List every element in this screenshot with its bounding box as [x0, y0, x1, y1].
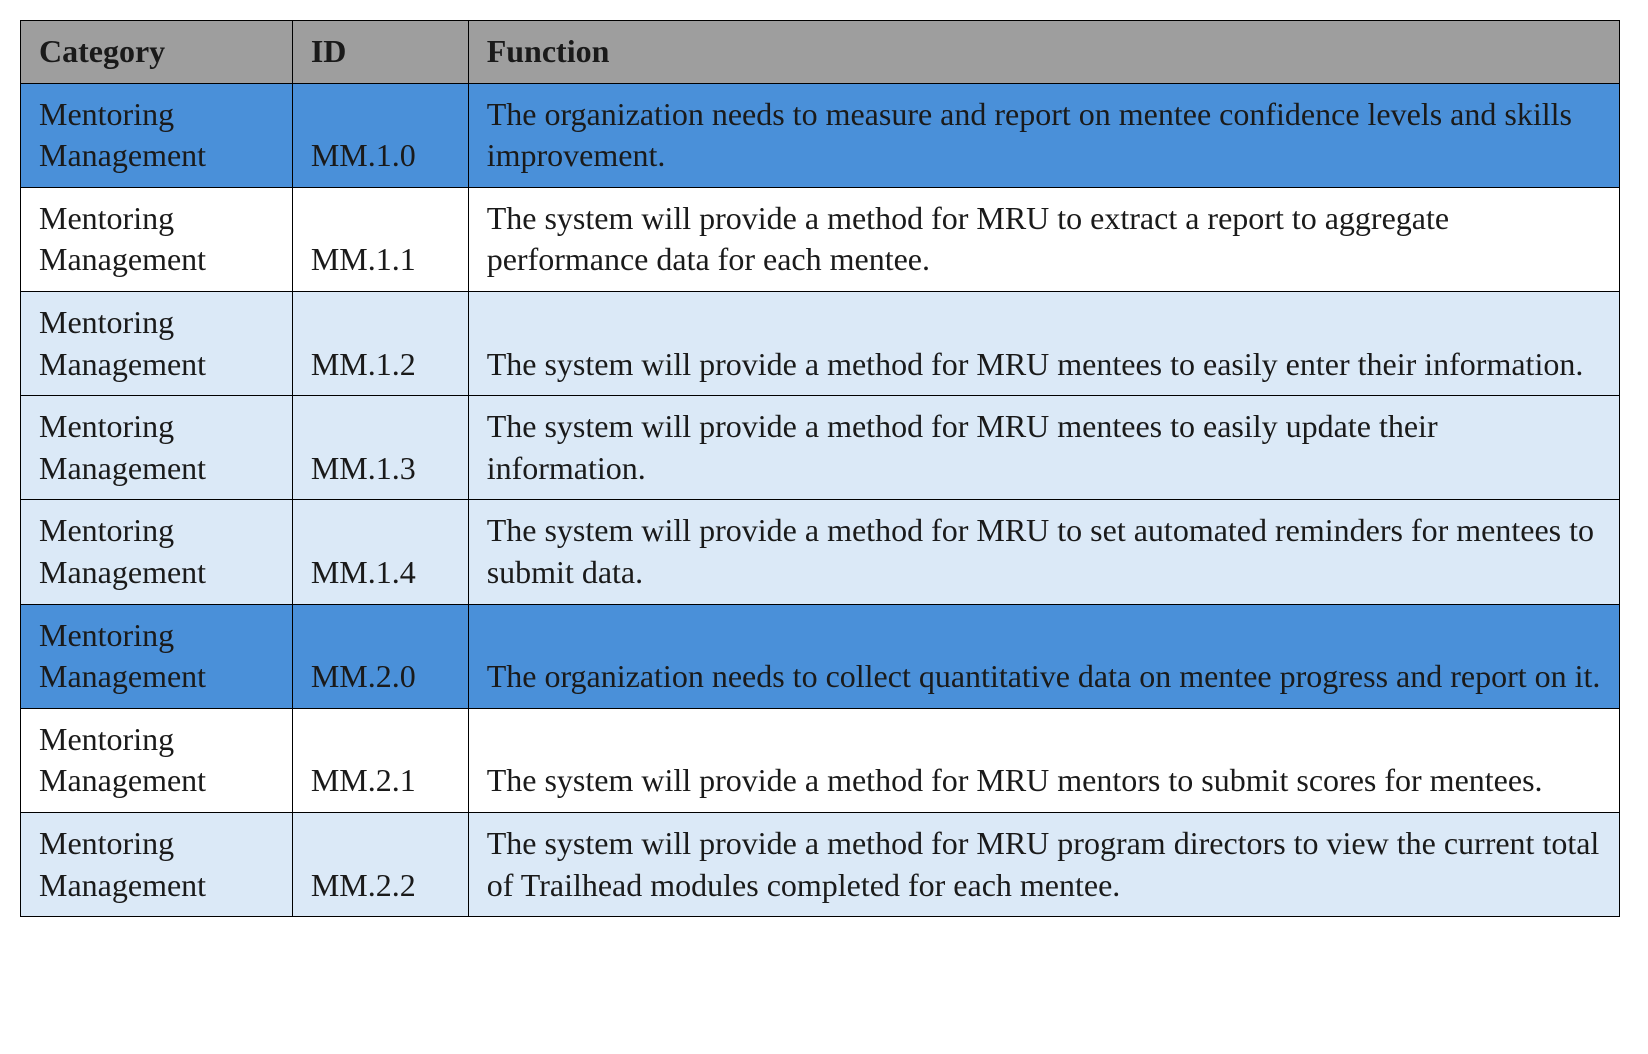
- table-row: Mentoring ManagementMM.1.1The system wil…: [21, 187, 1620, 291]
- table-body: Mentoring ManagementMM.1.0The organizati…: [21, 83, 1620, 917]
- cell-id: MM.1.0: [292, 83, 468, 187]
- table-header-row: Category ID Function: [21, 21, 1620, 84]
- cell-category: Mentoring Management: [21, 83, 293, 187]
- cell-id: MM.2.1: [292, 708, 468, 812]
- table-row: Mentoring ManagementMM.2.1The system wil…: [21, 708, 1620, 812]
- cell-id: MM.1.2: [292, 291, 468, 395]
- cell-function: The system will provide a method for MRU…: [468, 812, 1619, 916]
- cell-category: Mentoring Management: [21, 396, 293, 500]
- cell-category: Mentoring Management: [21, 604, 293, 708]
- table-row: Mentoring ManagementMM.1.4The system wil…: [21, 500, 1620, 604]
- header-function: Function: [468, 21, 1619, 84]
- cell-category: Mentoring Management: [21, 812, 293, 916]
- cell-function: The system will provide a method for MRU…: [468, 291, 1619, 395]
- cell-category: Mentoring Management: [21, 187, 293, 291]
- table-row: Mentoring ManagementMM.1.3The system wil…: [21, 396, 1620, 500]
- cell-id: MM.1.3: [292, 396, 468, 500]
- header-id: ID: [292, 21, 468, 84]
- cell-id: MM.1.4: [292, 500, 468, 604]
- cell-function: The organization needs to measure and re…: [468, 83, 1619, 187]
- table-row: Mentoring ManagementMM.1.0The organizati…: [21, 83, 1620, 187]
- cell-function: The system will provide a method for MRU…: [468, 708, 1619, 812]
- cell-function: The organization needs to collect quanti…: [468, 604, 1619, 708]
- cell-id: MM.2.0: [292, 604, 468, 708]
- cell-function: The system will provide a method for MRU…: [468, 500, 1619, 604]
- cell-id: MM.1.1: [292, 187, 468, 291]
- table-row: Mentoring ManagementMM.2.2The system wil…: [21, 812, 1620, 916]
- header-category: Category: [21, 21, 293, 84]
- cell-function: The system will provide a method for MRU…: [468, 187, 1619, 291]
- cell-function: The system will provide a method for MRU…: [468, 396, 1619, 500]
- cell-category: Mentoring Management: [21, 708, 293, 812]
- table-row: Mentoring ManagementMM.1.2The system wil…: [21, 291, 1620, 395]
- table-row: Mentoring ManagementMM.2.0The organizati…: [21, 604, 1620, 708]
- requirements-table: Category ID Function Mentoring Managemen…: [20, 20, 1620, 917]
- cell-category: Mentoring Management: [21, 291, 293, 395]
- cell-id: MM.2.2: [292, 812, 468, 916]
- cell-category: Mentoring Management: [21, 500, 293, 604]
